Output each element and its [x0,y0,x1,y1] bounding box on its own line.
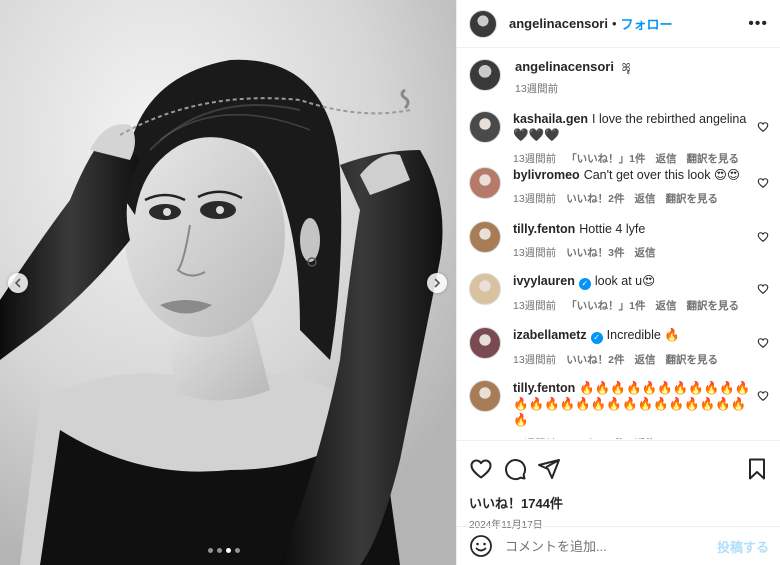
comment-likes[interactable]: いいね！2件 [566,352,624,367]
post-photo [0,0,456,565]
comment-likes[interactable]: 「いいね！」1件 [566,151,645,166]
verified-badge-icon: ✓ [590,332,603,344]
caption-text: ꕤ̥ [621,62,631,74]
carousel-dot [208,548,213,553]
comment-like-heart-icon[interactable] [757,231,769,243]
carousel-dot [226,548,231,553]
comment-likes[interactable]: いいね！3件 [566,245,624,260]
chevron-right-icon [434,278,441,288]
likes-count[interactable]: いいね！1744件 [469,493,769,512]
comment-item: kashaila.gen I love the rebirthed angelin… [469,111,769,166]
carousel-next-button[interactable] [427,273,447,293]
avatar[interactable] [469,9,497,38]
caption: angelinacensori ꕤ̥ 13週間前 [469,49,769,101]
comment-username[interactable]: bylivromeo [513,168,580,182]
reply-button[interactable]: 返信 [635,352,656,367]
comment-username[interactable]: tilly.fenton [513,381,575,395]
comment-age: 13週間前 [513,436,556,439]
comment-likes[interactable]: いいね！2件 [566,436,624,439]
comment-username[interactable]: kashaila.gen [513,112,588,126]
comment-like-heart-icon[interactable] [757,337,769,349]
translate-button[interactable]: 翻訳を見る [666,191,719,206]
post-detail-pane: angelinacensori • フォロー ••• angelinacenso… [456,0,780,565]
carousel-dot [235,548,240,553]
comment-text: Incredible 🔥 [606,328,680,342]
post-header: angelinacensori • フォロー ••• [457,0,780,48]
caption-username[interactable]: angelinacensori [515,59,614,74]
comment-likes[interactable]: 「いいね！」1件 [566,298,645,313]
verified-badge-icon: ✓ [578,278,591,290]
caption-avatar[interactable] [469,59,501,91]
comment-age: 13週間前 [513,354,557,366]
comment-age: 13週間前 [513,247,557,259]
reply-button[interactable]: 返信 [635,191,656,206]
more-options-button[interactable]: ••• [748,15,768,32]
comment-avatar[interactable] [469,167,501,199]
add-comment-bar: 投稿する [457,526,780,565]
reply-button[interactable]: 返信 [635,245,656,260]
comment-username[interactable]: tilly.fenton [513,222,575,236]
carousel-prev-button[interactable] [8,273,28,293]
emoji-icon[interactable] [469,534,493,558]
comment-avatar[interactable] [469,327,501,359]
translate-button[interactable]: 翻訳を見る [666,352,719,367]
translate-button[interactable]: 翻訳を見る [687,151,740,166]
comment-input[interactable] [505,538,717,554]
comment-item: tilly.fenton🔥🔥🔥🔥🔥🔥🔥🔥🔥🔥🔥🔥🔥🔥🔥🔥🔥🔥🔥🔥🔥🔥🔥🔥🔥🔥🔥1… [469,380,769,439]
portrait-image [0,0,456,565]
comment-age: 13週間前 [513,193,557,205]
post-comment-button[interactable]: 投稿する [717,537,769,556]
comment-avatar[interactable] [469,273,501,305]
comment-item: ivyylauren ✓ look at u😍 13週間前 「いいね！」1件 返信 翻訳を見… [469,273,769,313]
carousel-dot [217,548,222,553]
carousel-indicator [208,548,240,553]
comment-avatar[interactable] [469,111,501,143]
comment-item: bylivromeo Can't get over this look 😍😍 13週… [469,167,769,206]
reply-button[interactable]: 返信 [635,436,656,439]
comment-item: tilly.fenton Hottie 4 lyfe 13週間前 いいね！3件 返信 [469,221,769,260]
comment-like-heart-icon[interactable] [757,283,769,295]
reply-button[interactable]: 返信 [656,151,677,166]
translate-button[interactable]: 翻訳を見る [687,298,740,313]
comment-icon[interactable] [503,457,527,481]
separator-dot: • [611,16,617,31]
header-username[interactable]: angelinacensori [509,16,608,31]
chevron-left-icon [14,278,21,288]
heart-icon[interactable] [469,457,493,481]
comment-like-heart-icon[interactable] [757,177,769,189]
comment-like-heart-icon[interactable] [757,121,769,133]
comment-like-heart-icon[interactable] [757,390,769,402]
comment-item: izabellametz ✓ Incredible 🔥 13週間前 いいね！2件 返信 翻訳… [469,327,769,367]
comment-text: Hottie 4 lyfe [579,222,646,236]
comment-avatar[interactable] [469,221,501,253]
comments-list[interactable]: angelinacensori ꕤ̥ 13週間前 kashaila.gen I l… [457,49,780,439]
comment-username[interactable]: ivyylauren [513,274,575,288]
comment-username[interactable]: izabellametz [513,328,587,342]
reply-button[interactable]: 返信 [656,298,677,313]
comment-text: look at u😍 [594,274,656,288]
comment-age: 13週間前 [513,300,557,312]
bookmark-icon[interactable] [745,457,769,481]
share-icon[interactable] [537,457,561,481]
comment-avatar[interactable] [469,380,501,412]
actions-bar: いいね！1744件 2024年11月17日 [457,440,780,531]
comment-age: 13週間前 [513,153,557,165]
comment-text: Can't get over this look 😍😍 [583,168,740,182]
comment-likes[interactable]: いいね！2件 [566,191,624,206]
follow-button[interactable]: フォロー [621,14,673,33]
caption-age: 13週間前 [515,83,559,95]
